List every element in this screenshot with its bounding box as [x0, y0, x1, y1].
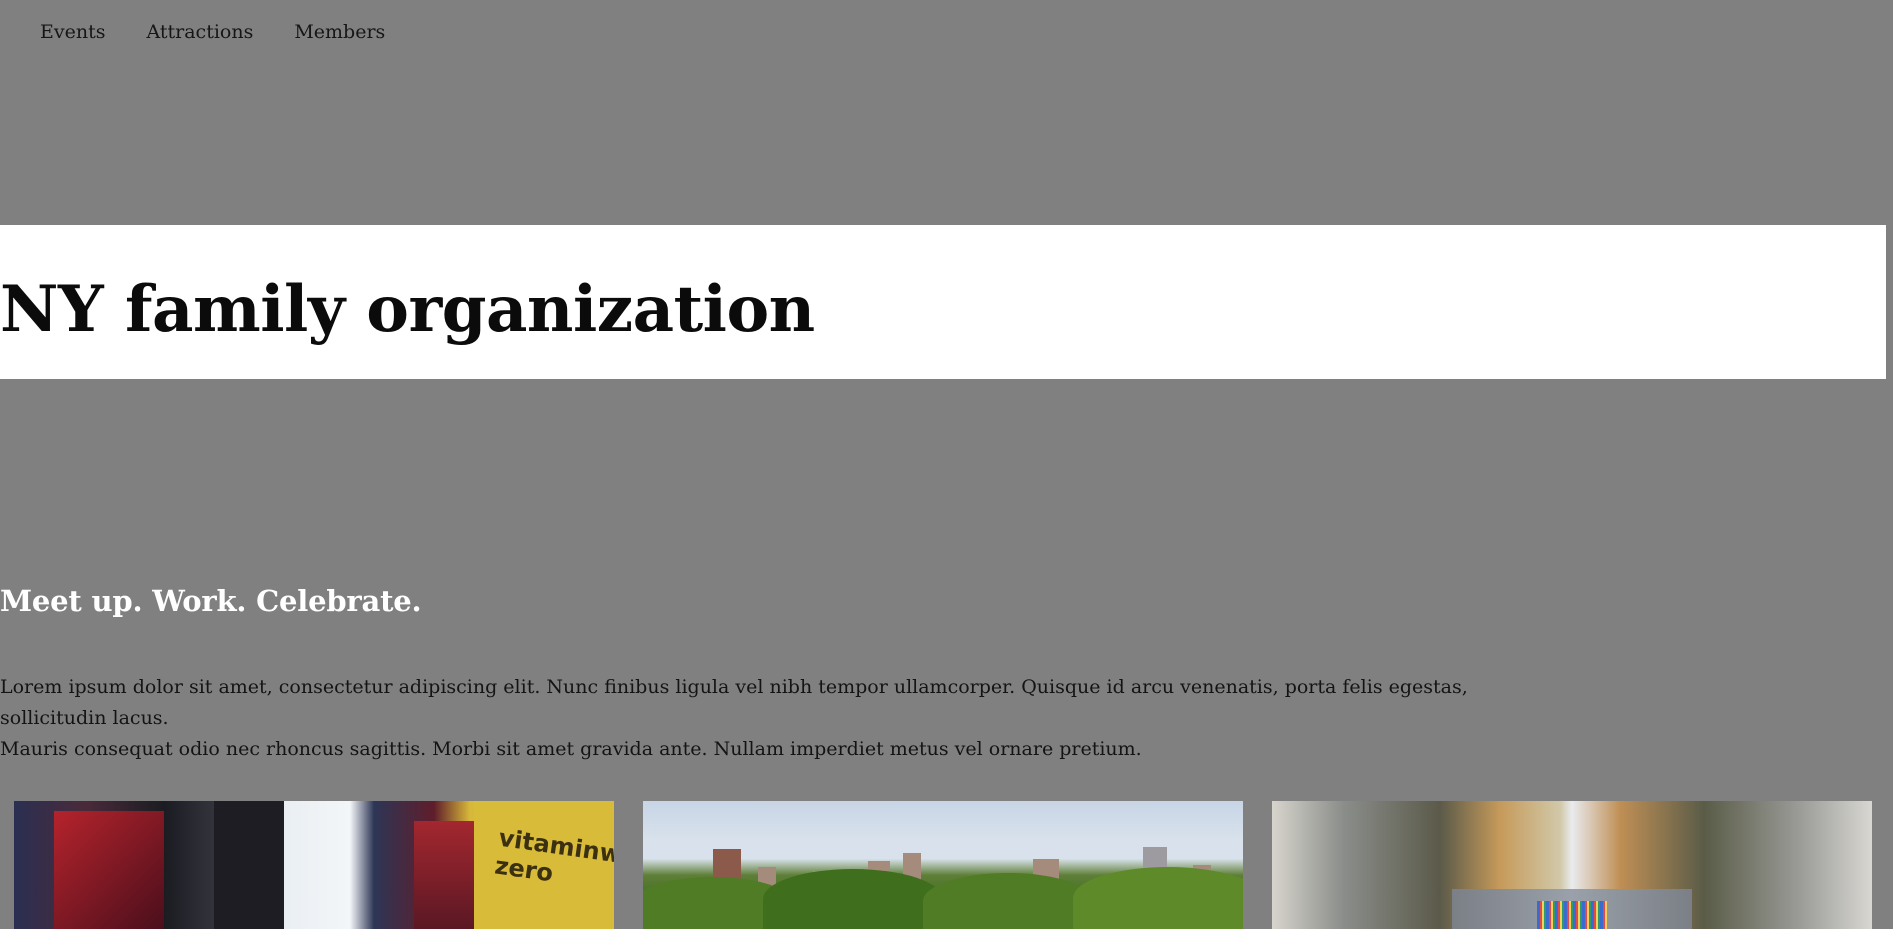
- section-tagline: Meet up. Work. Celebrate.: [0, 584, 422, 618]
- tree-canopy: [923, 873, 1093, 929]
- photo-times-square: vitaminwater zero: [14, 801, 614, 929]
- nav-link-attractions[interactable]: Attractions: [146, 18, 253, 46]
- photo-gallery: vitaminwater zero: [14, 801, 1872, 929]
- billboard-text: vitaminwater zero: [492, 823, 614, 888]
- runners-crowd: [1537, 901, 1607, 929]
- hero-banner: NY family organization: [0, 225, 1886, 379]
- billboard-red: [54, 811, 164, 929]
- photo-avenue-marathon: [1272, 801, 1872, 929]
- intro-line-2: Mauris consequat odio nec rhoncus sagitt…: [0, 738, 1142, 760]
- photo-central-park: [643, 801, 1243, 929]
- billboard-yellow: vitaminwater zero: [474, 801, 614, 929]
- nav-link-events[interactable]: Events: [40, 18, 105, 46]
- intro-line-1: Lorem ipsum dolor sit amet, consectetur …: [0, 676, 1468, 729]
- tree-canopy: [763, 869, 943, 929]
- billboard-red-2: [414, 821, 476, 929]
- building-dark: [214, 801, 284, 929]
- top-nav: Events Attractions Members: [40, 18, 385, 46]
- page-title: NY family organization: [0, 272, 815, 347]
- nav-link-members[interactable]: Members: [294, 18, 385, 46]
- tree-canopy: [1073, 867, 1243, 929]
- intro-paragraph: Lorem ipsum dolor sit amet, consectetur …: [0, 672, 1520, 765]
